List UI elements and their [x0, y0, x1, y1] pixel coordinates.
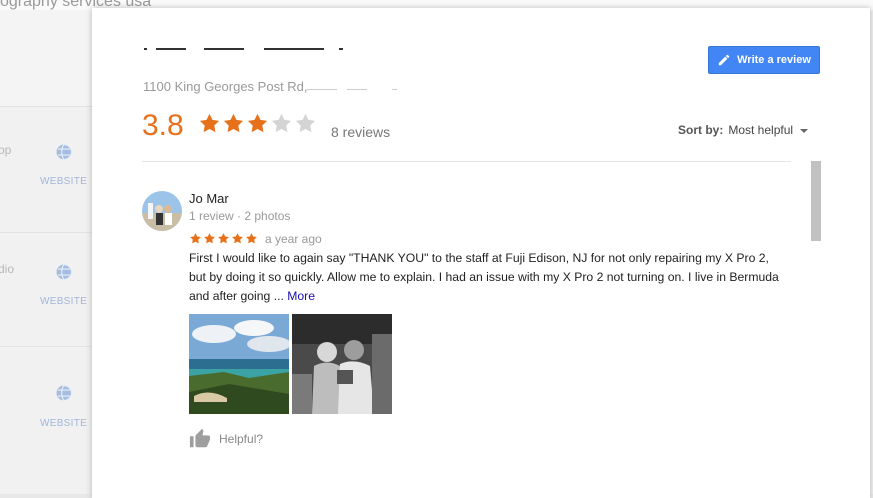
star-empty-icon [271, 113, 292, 133]
globe-icon [56, 143, 72, 161]
background-result-2 [0, 232, 92, 347]
average-rating: 3.8 [142, 109, 184, 142]
avatar[interactable] [142, 191, 182, 231]
reviewer-meta: 1 review · 2 photos [189, 209, 291, 223]
helpful-label: Helpful? [219, 432, 264, 446]
background-top-card [0, 10, 92, 107]
star-filled-icon [190, 233, 201, 244]
address-redacted [307, 89, 407, 93]
thumbs-up-icon [189, 428, 211, 448]
review-date: a year ago [265, 232, 322, 246]
globe-icon [56, 263, 72, 281]
write-review-label: Write a review [737, 54, 811, 66]
website-link-3[interactable]: WEBSITE [40, 418, 87, 429]
background-snippet-1: op [0, 143, 12, 157]
sort-value: Most helpful [728, 123, 794, 137]
star-filled-icon [247, 113, 268, 133]
sort-label: Sort by: [678, 123, 724, 137]
business-name-redacted [144, 48, 344, 58]
caret-down-icon [800, 128, 809, 133]
background-result-1 [0, 106, 92, 233]
more-link[interactable]: More [287, 289, 315, 303]
globe-icon [56, 384, 72, 402]
header-divider [142, 161, 791, 162]
star-filled-icon [218, 233, 229, 244]
star-filled-icon [232, 233, 243, 244]
review-photo-people[interactable] [292, 314, 392, 414]
pencil-icon [718, 54, 730, 66]
review-photo-beach[interactable] [189, 314, 289, 414]
star-filled-icon [204, 233, 215, 244]
scrollbar-thumb[interactable] [811, 161, 821, 241]
reviews-dialog: 1100 King Georges Post Rd, Write a revie… [92, 8, 870, 498]
star-empty-icon [295, 113, 316, 133]
sort-dropdown[interactable]: Sort by: Most helpful [678, 123, 809, 137]
write-review-button[interactable]: Write a review [708, 46, 820, 74]
star-filled-icon [246, 233, 257, 244]
review-body: First I would like to again say "THANK Y… [189, 251, 779, 303]
star-filled-icon [199, 113, 220, 133]
star-filled-icon [223, 113, 244, 133]
average-rating-stars [198, 112, 317, 135]
reviewer-name[interactable]: Jo Mar [189, 191, 229, 206]
website-link-1[interactable]: WEBSITE [40, 176, 87, 187]
review-count-link[interactable]: 8 reviews [331, 124, 390, 140]
helpful-button[interactable]: Helpful? [189, 428, 263, 450]
review-text: First I would like to again say "THANK Y… [189, 249, 789, 306]
review-stars [189, 232, 258, 245]
background-snippet-2: dio [0, 262, 15, 276]
website-link-2[interactable]: WEBSITE [40, 296, 87, 307]
business-address: 1100 King Georges Post Rd, [143, 79, 308, 94]
